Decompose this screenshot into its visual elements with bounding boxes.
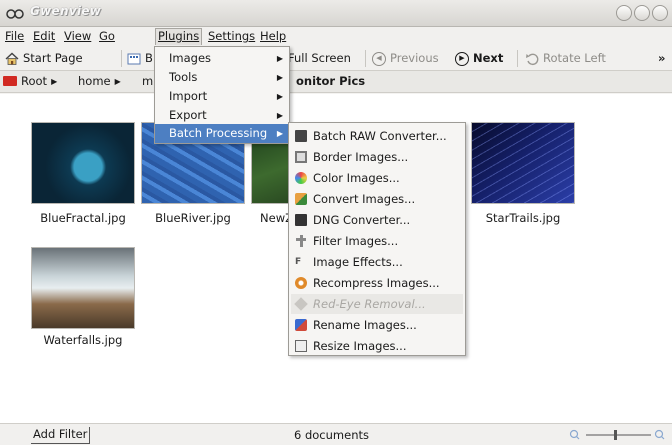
main-toolbar: Start Page B Full Screen ◀ Previous ▶ Ne… [0, 46, 672, 71]
toolbar-separator [121, 50, 122, 67]
recompress-icon [295, 277, 307, 289]
plugins-menu: Images ▶ Tools ▶ Import ▶ Export ▶ Batch Pro… [154, 46, 290, 144]
submenu-arrow-icon: ▶ [276, 54, 283, 63]
zoom-in-icon [654, 429, 664, 439]
menu-file[interactable]: File [3, 28, 26, 45]
add-filter-button[interactable]: Add Filter [31, 427, 91, 444]
recompress-images-item[interactable]: Recompress Images... [291, 273, 463, 293]
zoom-out-icon [569, 429, 579, 439]
effects-icon: F [295, 257, 302, 267]
raw-converter-icon [295, 130, 307, 142]
convert-icon [295, 193, 307, 205]
grid-view-icon [127, 53, 141, 64]
breadcrumb-root[interactable]: Root ▶ [3, 74, 57, 88]
window-controls [616, 5, 668, 21]
title-bar: Gwenview [0, 0, 672, 27]
submenu-arrow-icon: ▶ [276, 111, 283, 120]
resize-images-item[interactable]: Resize Images... [291, 336, 463, 356]
dng-icon [295, 214, 307, 226]
zoom-slider[interactable] [566, 428, 666, 442]
convert-images-item[interactable]: Convert Images... [291, 189, 463, 209]
thumbnail-label[interactable]: Waterfalls.jpg [23, 333, 143, 347]
previous-button[interactable]: ◀ Previous [372, 48, 439, 69]
toolbar-separator [517, 50, 518, 67]
thumbnail-label[interactable]: StarTrails.jpg [463, 211, 583, 225]
next-button[interactable]: ▶ Next [455, 48, 503, 69]
previous-icon: ◀ [372, 51, 386, 66]
menu-settings[interactable]: Settings [206, 28, 257, 45]
submenu-arrow-icon: ▶ [276, 92, 283, 101]
close-button[interactable] [652, 5, 668, 21]
document-count: 6 documents [294, 428, 369, 442]
start-page-button[interactable]: Start Page [5, 48, 83, 69]
breadcrumb-home[interactable]: home ▶ [78, 74, 121, 88]
filter-icon [295, 235, 307, 247]
plugins-import-item[interactable]: Import ▶ [155, 87, 289, 106]
menu-edit[interactable]: Edit [31, 28, 57, 45]
plugins-tools-item[interactable]: Tools ▶ [155, 68, 289, 87]
full-screen-button[interactable]: Full Screen [288, 48, 351, 69]
batch-processing-submenu: Batch RAW Converter... Border Images... … [288, 122, 466, 356]
menu-plugins[interactable]: Plugins [155, 28, 203, 45]
menu-help[interactable]: Help [258, 28, 288, 45]
thumbnail-label[interactable]: NewZ [213, 211, 293, 225]
filter-images-item[interactable]: Filter Images... [291, 231, 463, 251]
thumbnail-image[interactable] [471, 122, 575, 204]
rename-icon [295, 319, 307, 331]
rotate-left-icon [526, 53, 539, 65]
breadcrumb-arrow-icon: ▶ [114, 76, 121, 86]
toolbar-overflow-button[interactable]: » [658, 48, 665, 69]
red-eye-removal-item[interactable]: Red-Eye Removal... [291, 294, 463, 314]
rename-images-item[interactable]: Rename Images... [291, 315, 463, 335]
border-images-item[interactable]: Border Images... [291, 147, 463, 167]
zoom-handle [614, 430, 617, 440]
folder-icon [3, 76, 17, 86]
color-icon [295, 172, 307, 184]
menu-bar: File Edit View Go Plugins Settings Help [0, 27, 672, 46]
next-icon: ▶ [455, 51, 469, 66]
menu-go[interactable]: Go [97, 28, 117, 45]
toolbar-separator [365, 50, 366, 67]
dng-converter-item[interactable]: DNG Converter... [291, 210, 463, 230]
plugins-images-item[interactable]: Images ▶ [155, 49, 289, 68]
browse-button[interactable]: B [127, 48, 153, 69]
window-title: Gwenview [30, 4, 102, 18]
thumbnail-label[interactable]: BlueFractal.jpg [23, 211, 143, 225]
color-images-item[interactable]: Color Images... [291, 168, 463, 188]
image-effects-item[interactable]: F Image Effects... [291, 252, 463, 272]
red-eye-icon [294, 297, 308, 311]
submenu-arrow-icon: ▶ [276, 129, 283, 138]
thumbnail-image[interactable] [31, 122, 135, 204]
resize-icon [295, 340, 307, 352]
border-icon [295, 151, 307, 163]
home-icon [5, 52, 19, 65]
submenu-arrow-icon: ▶ [276, 73, 283, 82]
path-bar: Root ▶ home ▶ m onitor Pics [0, 71, 672, 93]
status-bar: Add Filter 6 documents [0, 423, 672, 445]
minimize-button[interactable] [616, 5, 632, 21]
thumbnail-image[interactable] [31, 247, 135, 329]
plugins-batch-processing-item[interactable]: Batch Processing ▶ [155, 124, 289, 143]
plugins-export-item[interactable]: Export ▶ [155, 106, 289, 125]
app-icon [6, 9, 24, 19]
breadcrumb-arrow-icon: ▶ [51, 76, 58, 86]
menu-view[interactable]: View [62, 28, 93, 45]
folder-title: onitor Pics [296, 74, 366, 88]
batch-raw-converter-item[interactable]: Batch RAW Converter... [291, 126, 463, 146]
maximize-button[interactable] [634, 5, 650, 21]
breadcrumb-partial[interactable]: m [142, 74, 153, 88]
rotate-left-button[interactable]: Rotate Left [525, 48, 606, 69]
